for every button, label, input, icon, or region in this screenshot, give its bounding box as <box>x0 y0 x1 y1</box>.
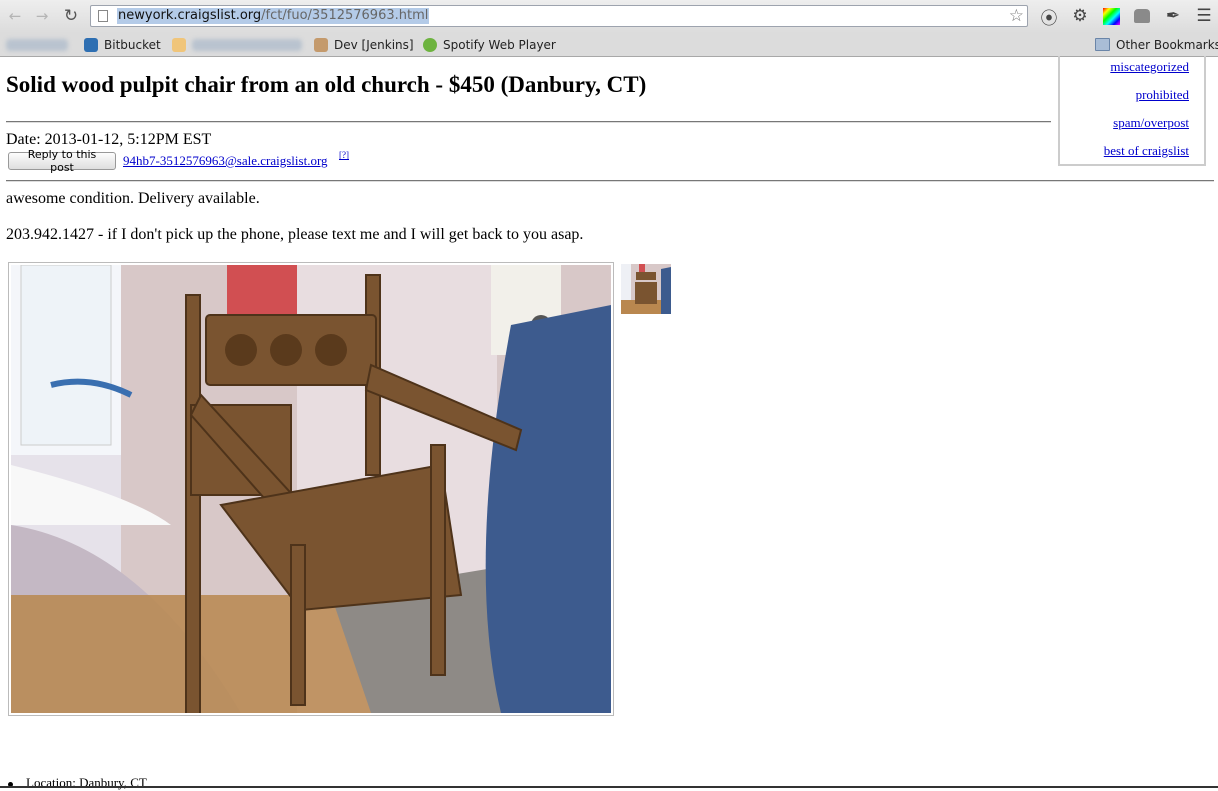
divider <box>6 180 1214 182</box>
flag-best-of-craigslist[interactable]: best of craigslist <box>1104 143 1189 159</box>
reload-icon[interactable]: ↻ <box>61 6 81 26</box>
posting-title: Solid wood pulpit chair from an old chur… <box>6 72 647 97</box>
back-arrow-icon[interactable]: ← <box>5 6 25 26</box>
main-photo[interactable] <box>8 262 614 716</box>
spotify-icon <box>423 37 437 52</box>
ghostery-icon[interactable] <box>1132 6 1152 26</box>
bookmark-bitbucket[interactable]: Bitbucket <box>84 36 161 53</box>
bookmarks-bar: Bitbucket Dev [Jenkins] Spotify Web Play… <box>0 33 1218 57</box>
bitbucket-icon <box>84 37 98 52</box>
reply-button[interactable]: Reply to this post <box>8 148 116 174</box>
other-bookmarks[interactable]: Other Bookmarks <box>1095 36 1218 53</box>
folder-icon <box>1095 38 1110 51</box>
wrench-icon[interactable]: ⚙ <box>1070 6 1090 26</box>
extension-icon[interactable]: ⦿ <box>1039 6 1059 29</box>
bookmark-blurred-2[interactable] <box>172 36 302 53</box>
reply-email-link[interactable]: 94hb7-3512576963@sale.craigslist.org <box>123 153 328 169</box>
posting-date: Date: 2013-01-12, 5:12PM EST <box>6 131 212 148</box>
eyedropper-icon[interactable]: ✒ <box>1163 6 1183 26</box>
flag-miscategorized[interactable]: miscategorized <box>1110 59 1189 75</box>
location-item: Location: Danbury, CT <box>8 775 147 791</box>
forward-arrow-icon[interactable]: → <box>32 6 52 26</box>
url-text[interactable]: newyork.craigslist.org/fct/fuo/351257696… <box>117 8 430 24</box>
bookmark-spotify[interactable]: Spotify Web Player <box>423 36 556 53</box>
bookmark-blurred[interactable] <box>6 36 68 53</box>
menu-icon[interactable]: ☰ <box>1194 6 1214 26</box>
posting-body-line-2: 203.942.1427 - if I don't pick up the ph… <box>6 226 584 243</box>
star-icon[interactable]: ☆ <box>1009 6 1024 26</box>
divider <box>6 121 1051 123</box>
bookmark-dev-jenkins[interactable]: Dev [Jenkins] <box>314 36 414 53</box>
flag-box: miscategorized prohibited spam/overpost … <box>1058 56 1206 166</box>
address-bar[interactable]: newyork.craigslist.org/fct/fuo/351257696… <box>90 5 1028 27</box>
jenkins-icon <box>314 37 328 52</box>
flag-spam-overpost[interactable]: spam/overpost <box>1113 115 1189 131</box>
help-link[interactable]: [?] <box>339 150 349 160</box>
page-icon <box>98 10 108 22</box>
color-picker-icon[interactable] <box>1101 6 1121 26</box>
flag-prohibited[interactable]: prohibited <box>1136 87 1189 103</box>
browser-toolbar: ← → ↻ newyork.craigslist.org/fct/fuo/351… <box>0 0 1218 33</box>
posting-body-line-1: awesome condition. Delivery available. <box>6 190 260 207</box>
thumbnail-photo[interactable] <box>621 264 671 314</box>
